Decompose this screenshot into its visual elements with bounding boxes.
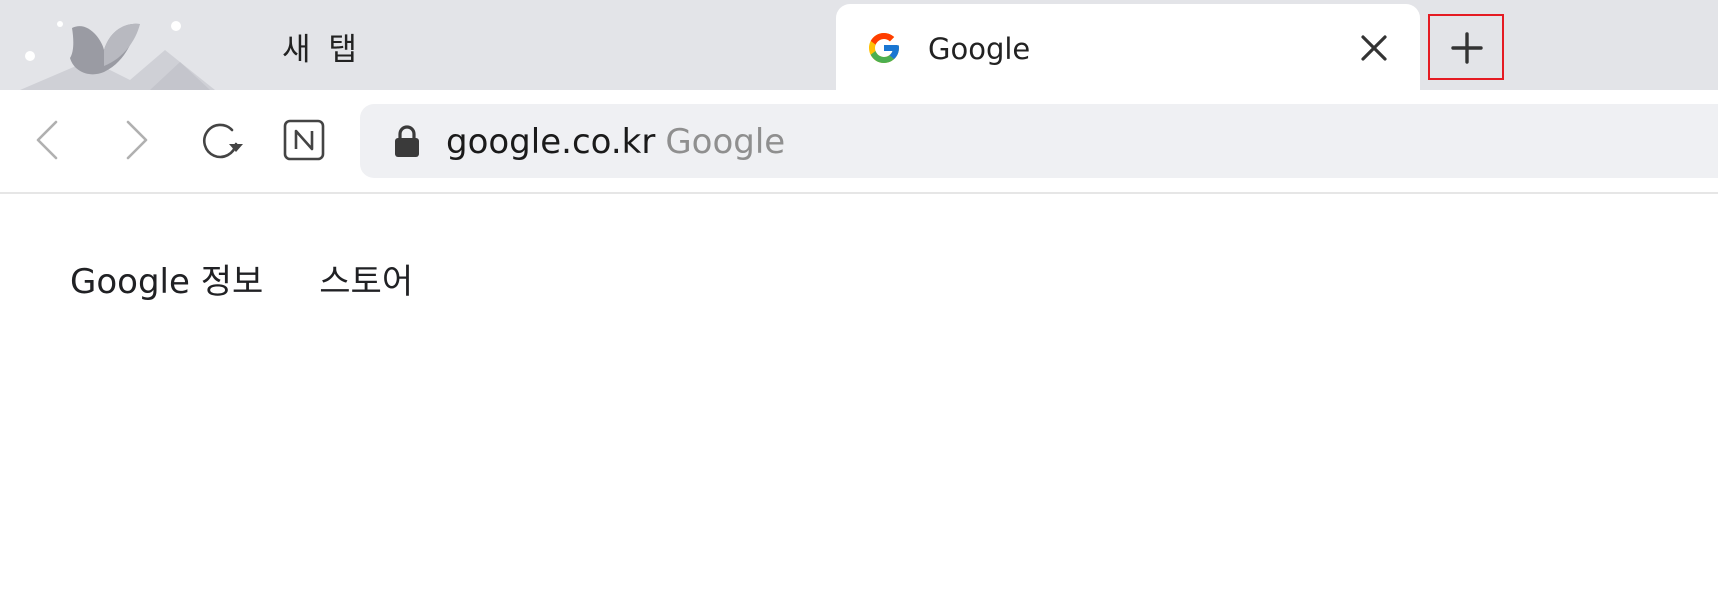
- lock-icon[interactable]: [392, 124, 422, 158]
- naver-n-icon[interactable]: [280, 116, 328, 164]
- address-host: google.co.kr: [446, 122, 656, 162]
- about-google-link[interactable]: Google 정보: [70, 254, 263, 303]
- address-text[interactable]: google.co.kr Google: [446, 122, 785, 162]
- chevron-right-icon[interactable]: [112, 116, 160, 164]
- tab-new-tab-label: 새 탭: [282, 32, 361, 68]
- google-top-links: Google 정보 스토어: [70, 254, 413, 303]
- tab-new-tab[interactable]: 새 탭: [240, 0, 820, 90]
- plus-icon: [1451, 32, 1483, 64]
- whale-decoration-icon: [0, 0, 240, 90]
- store-link[interactable]: 스토어: [319, 254, 413, 303]
- close-icon[interactable]: [1356, 30, 1392, 66]
- chevron-left-icon[interactable]: [24, 116, 72, 164]
- tab-strip: 새 탭 Google: [0, 0, 1718, 90]
- tab-google-label: Google: [928, 32, 1031, 66]
- address-page-title: Google: [665, 122, 786, 162]
- toolbar: google.co.kr Google: [0, 90, 1718, 194]
- address-bar[interactable]: google.co.kr Google: [360, 104, 1718, 178]
- new-tab-button[interactable]: [1428, 14, 1504, 80]
- page-content: Google 정보 스토어: [0, 194, 1718, 612]
- tab-google[interactable]: Google: [836, 4, 1420, 90]
- google-g-icon: [866, 30, 902, 66]
- reload-icon[interactable]: [196, 116, 244, 164]
- browser-window: 새 탭 Google google.co.kr Google Google 정보…: [0, 0, 1718, 612]
